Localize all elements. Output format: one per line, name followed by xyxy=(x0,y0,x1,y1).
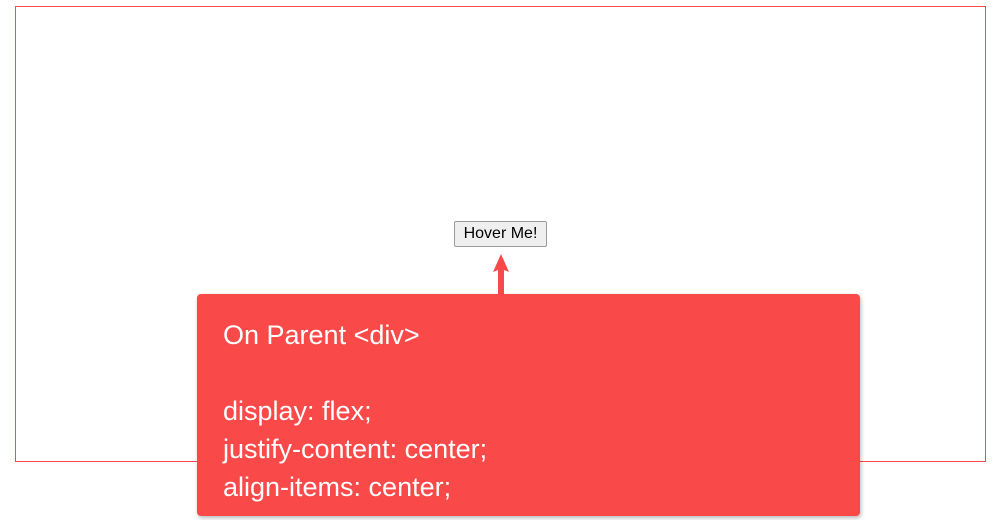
annotation-css-line: display: flex; xyxy=(223,393,834,431)
annotation-css-line: justify-content: center; xyxy=(223,431,834,469)
annotation-tooltip: On Parent <div> display: flex; justify-c… xyxy=(197,294,860,516)
annotation-css-line: align-items: center; xyxy=(223,469,834,507)
annotation-title: On Parent <div> xyxy=(223,316,834,355)
annotation-arrow-icon xyxy=(492,254,510,296)
hover-me-button[interactable]: Hover Me! xyxy=(454,221,548,247)
